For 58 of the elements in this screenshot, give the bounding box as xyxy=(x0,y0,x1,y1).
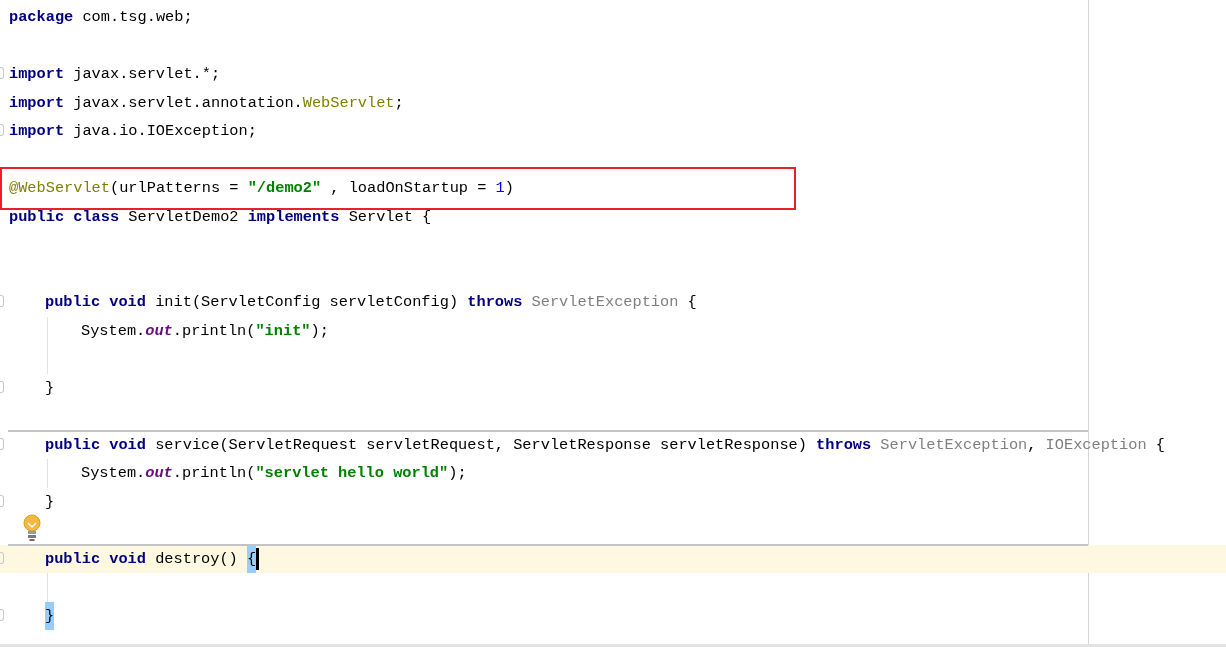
code-text: ); xyxy=(448,463,467,484)
fold-marker-icon[interactable] xyxy=(0,67,4,79)
code-number: 1 xyxy=(495,178,505,199)
code-text: (urlPatterns = xyxy=(110,178,240,199)
code-keyword: import xyxy=(9,92,65,114)
code-string: "servlet hello world" xyxy=(255,463,449,484)
code-field: out xyxy=(145,459,173,488)
code-text: ) xyxy=(504,178,514,199)
code-string: "init" xyxy=(255,320,311,342)
code-text: ServletDemo2 xyxy=(127,206,240,228)
code-annotation: WebServlet xyxy=(302,92,395,114)
code-keyword: public void xyxy=(45,548,146,570)
code-keyword: public void xyxy=(45,434,146,456)
lightbulb-icon[interactable] xyxy=(22,514,42,542)
fold-marker-icon[interactable] xyxy=(0,380,4,393)
code-text: .println( xyxy=(172,463,256,484)
code-text: javax.servlet.*; xyxy=(72,64,221,85)
code-keyword: import xyxy=(9,121,65,142)
code-text: System. xyxy=(81,463,146,484)
fold-marker-icon[interactable] xyxy=(0,494,4,507)
code-text: javax.servlet.annotation. xyxy=(72,92,303,114)
code-text: , loadOnStartup = xyxy=(329,178,488,199)
code-text: System. xyxy=(81,320,146,342)
matched-brace: { xyxy=(246,544,257,573)
code-text: } xyxy=(45,377,55,399)
code-keyword: throws xyxy=(467,292,523,313)
code-text: java.io.IOException; xyxy=(72,121,257,142)
code-keyword: public void xyxy=(45,292,146,313)
code-field: out xyxy=(145,316,173,345)
code-type: IOException xyxy=(1045,434,1147,456)
code-text: service(ServletRequest servletRequest, ServletResponse servletResponse) xyxy=(154,434,808,456)
fold-marker-icon[interactable] xyxy=(0,437,4,450)
code-keyword: package xyxy=(9,7,74,28)
code-text: , xyxy=(1027,434,1038,456)
fold-marker-icon[interactable] xyxy=(0,124,4,136)
matched-brace: } xyxy=(45,601,55,630)
code-keyword: import xyxy=(9,64,65,85)
text-caret xyxy=(256,547,260,570)
code-text: Servlet { xyxy=(347,206,432,228)
code-text: init(ServletConfig servletConfig) xyxy=(154,292,460,313)
code-keyword: implements xyxy=(247,206,340,228)
code-text: { xyxy=(686,292,697,313)
code-text: { xyxy=(1154,434,1165,456)
code-text: ; xyxy=(394,92,404,114)
code-type: ServletException xyxy=(879,434,1028,456)
code-text: .println( xyxy=(172,320,256,342)
code-string: "/demo2" xyxy=(247,178,322,199)
code-text: destroy() xyxy=(154,548,239,570)
code-annotation: @WebServlet xyxy=(9,178,110,199)
fold-marker-icon[interactable] xyxy=(0,551,4,564)
code-text: com.tsg.web; xyxy=(81,7,193,28)
code-text: } xyxy=(45,491,55,513)
fold-marker-icon[interactable] xyxy=(0,295,4,307)
code-keyword: public class xyxy=(9,206,120,228)
code-type: ServletException xyxy=(530,292,679,313)
code-keyword: throws xyxy=(816,434,872,456)
fold-marker-icon[interactable] xyxy=(0,608,4,621)
code-text: ); xyxy=(310,320,329,342)
